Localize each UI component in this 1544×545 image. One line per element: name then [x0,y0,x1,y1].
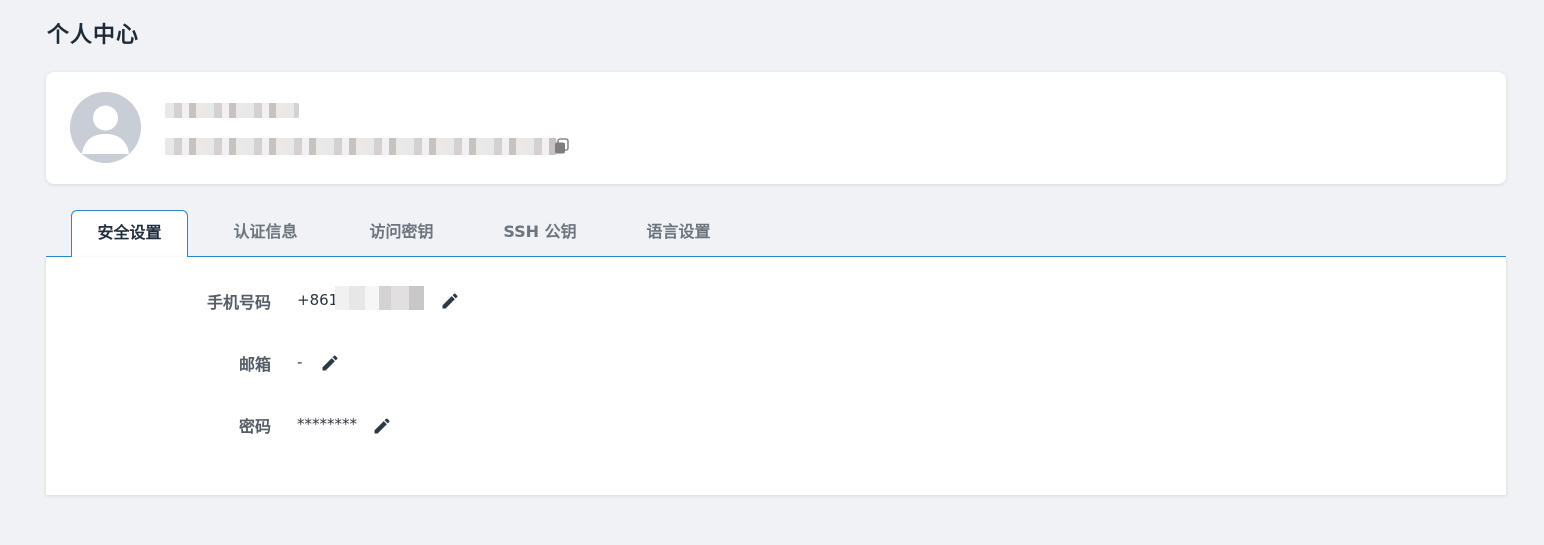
security-settings-panel: 手机号码 +861 邮箱 - 密码 ******** [46,257,1506,495]
phone-label: 手机号码 [206,293,271,312]
edit-email-pencil-icon[interactable] [320,353,340,373]
email-value: - [297,353,303,371]
profile-card [46,72,1506,184]
email-label: 邮箱 [238,355,271,374]
tab-language-settings[interactable]: 语言设置 [626,210,731,257]
tab-ssh-keys[interactable]: SSH 公钥 [486,210,594,257]
profile-tabs: 安全设置 认证信息 访问密钥 SSH 公钥 语言设置 [46,210,1506,258]
password-value: ******** [297,415,357,433]
user-avatar-icon [70,92,141,163]
password-label: 密码 [238,417,271,436]
edit-phone-pencil-icon[interactable] [440,291,460,311]
tab-security-settings[interactable]: 安全设置 [71,210,188,258]
edit-password-pencil-icon[interactable] [372,416,392,436]
phone-number-masked [335,286,424,310]
copy-icon[interactable] [554,138,570,155]
user-name-masked [165,103,299,118]
tab-auth-info[interactable]: 认证信息 [213,210,318,257]
page-title: 个人中心 [47,23,140,48]
user-id-masked [165,138,557,155]
phone-value: +861 [297,291,339,309]
tab-access-keys[interactable]: 访问密钥 [349,210,454,257]
